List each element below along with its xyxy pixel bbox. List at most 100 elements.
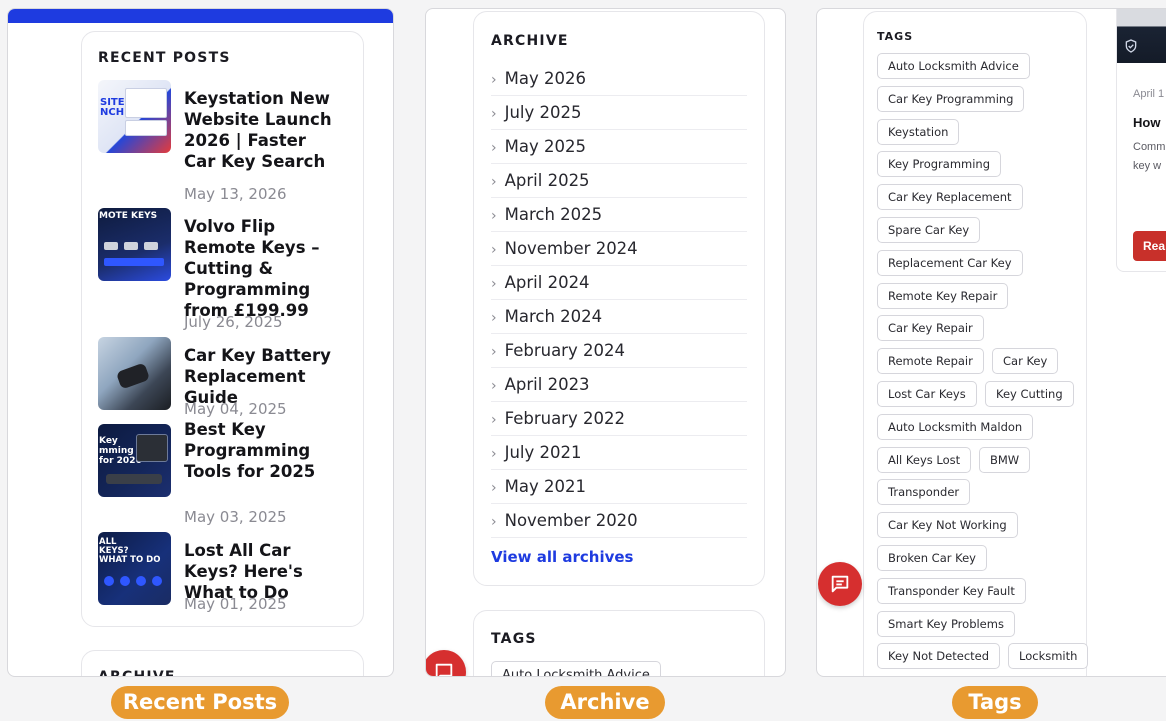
post-title[interactable]: Best Key Programming Tools for 2025 — [184, 419, 342, 482]
tag-chip[interactable]: Key Cutting — [985, 381, 1074, 407]
archive-month-link[interactable]: › July 2021 — [491, 436, 747, 470]
blog-card-image[interactable] — [1117, 9, 1166, 63]
post-title[interactable]: Lost All Car Keys? Here's What to Do — [184, 540, 342, 603]
blog-card-excerpt-line-1: Comm — [1133, 141, 1166, 153]
tag-chip[interactable]: Locksmith — [1008, 643, 1089, 670]
chevron-right-icon: › — [491, 480, 497, 496]
tag-chip[interactable]: Remote Repair — [877, 348, 984, 375]
post-thumbnail[interactable]: Key mming for 2026 — [98, 424, 171, 497]
tag-chip[interactable]: Keystation — [877, 118, 960, 145]
archive-month-label: April 2025 — [504, 171, 590, 190]
tags-heading: TAGS — [877, 30, 914, 43]
tag-chip[interactable]: Auto Locksmith Advice — [491, 661, 661, 676]
archive-month-link[interactable]: › July 2025 — [491, 96, 747, 130]
archive-month-label: November 2020 — [504, 511, 638, 530]
post-thumbnail[interactable]: SITE NCH — [98, 80, 171, 153]
post-date: May 01, 2025 — [184, 595, 287, 613]
tag-chip[interactable]: Spare Car Key — [877, 217, 981, 243]
chevron-right-icon: › — [491, 242, 497, 258]
post-date: May 13, 2026 — [184, 185, 287, 203]
shield-check-icon — [1125, 39, 1137, 53]
label-pill-tags: Tags — [952, 686, 1038, 719]
archive-heading-partial: ARCHIVE — [98, 669, 176, 677]
chevron-right-icon: › — [491, 174, 497, 190]
archive-month-link[interactable]: › April 2024 — [491, 266, 747, 300]
archive-heading: ARCHIVE — [491, 33, 569, 49]
archive-month-label: May 2025 — [504, 137, 586, 156]
archive-month-label: April 2023 — [504, 375, 590, 394]
tag-chip[interactable]: BMW — [979, 446, 1031, 473]
archive-month-link[interactable]: › May 2026 — [491, 62, 747, 96]
archive-month-link[interactable]: › February 2024 — [491, 334, 747, 368]
chevron-right-icon: › — [491, 106, 497, 122]
blog-card-excerpt-line-2: key w — [1133, 160, 1162, 172]
chevron-right-icon: › — [491, 344, 497, 360]
tag-chip[interactable]: Replacement Car Key — [877, 249, 1023, 276]
recent-posts-panel: RECENT POSTS SITE NCH Keystation New Web… — [7, 8, 394, 677]
tag-chip[interactable]: Car Key Replacement — [877, 184, 1023, 211]
archive-month-link[interactable]: › March 2024 — [491, 300, 747, 334]
blog-card-date: April 1 — [1133, 88, 1165, 100]
post-date: May 03, 2025 — [184, 508, 287, 526]
archive-month-link[interactable]: › April 2023 — [491, 368, 747, 402]
archive-month-link[interactable]: › April 2025 — [491, 164, 747, 198]
tag-chip[interactable]: Transponder — [877, 479, 971, 506]
archive-month-link[interactable]: › May 2025 — [491, 130, 747, 164]
chevron-right-icon: › — [491, 310, 497, 326]
post-title[interactable]: Volvo Flip Remote Keys – Cutting & Progr… — [184, 216, 342, 321]
chat-button[interactable] — [818, 562, 862, 606]
archive-month-label: November 2024 — [504, 239, 638, 258]
tags-panel: TAGS Auto Locksmith Advice Car Key Progra… — [816, 8, 1166, 677]
tag-chip[interactable]: Car Key — [992, 348, 1059, 375]
tag-chip[interactable]: Remote Key Repair — [877, 282, 1009, 309]
archive-card: ARCHIVE › May 2026 › July 2025 › May 2025 › Apr… — [473, 11, 765, 586]
archive-month-label: March 2025 — [504, 205, 603, 224]
post-thumbnail[interactable] — [98, 337, 171, 410]
tag-chip[interactable]: Auto Locksmith Maldon — [877, 413, 1034, 440]
archive-month-link[interactable]: › February 2022 — [491, 402, 747, 436]
tag-chip[interactable]: Smart Key Problems — [877, 610, 1015, 637]
chat-icon — [435, 663, 453, 676]
archive-month-label: February 2024 — [504, 341, 625, 360]
post-date: July 26, 2025 — [184, 313, 283, 331]
archive-month-label: July 2025 — [504, 103, 582, 122]
tag-chip[interactable]: All Keys Lost — [877, 446, 972, 473]
tag-chip[interactable]: Car Key Not Working — [877, 512, 1018, 539]
chevron-right-icon: › — [491, 72, 497, 88]
post-title[interactable]: Car Key Battery Replacement Guide — [184, 345, 342, 408]
archive-month-link[interactable]: › May 2021 — [491, 470, 747, 504]
tag-chip[interactable]: Key Programming — [877, 151, 1002, 178]
archive-month-link[interactable]: › March 2025 — [491, 198, 747, 232]
tag-chip[interactable]: Auto Locksmith Advice — [877, 53, 1030, 79]
chevron-right-icon: › — [491, 378, 497, 394]
tag-chip[interactable]: Car Key Repair — [877, 315, 984, 342]
tag-chip[interactable]: Lost Car Keys — [877, 381, 977, 407]
chevron-right-icon: › — [491, 276, 497, 292]
archive-month-link[interactable]: › November 2020 — [491, 504, 747, 538]
tags-card: TAGS Auto Locksmith Advice Car Key Progra… — [863, 11, 1089, 676]
tag-chip[interactable]: Car Key Programming — [877, 85, 1025, 112]
blog-card-partial[interactable]: April 1 How Comm key w Rea — [1116, 9, 1166, 272]
post-date: May 04, 2025 — [184, 400, 287, 418]
archive-month-label: April 2024 — [504, 273, 590, 292]
blog-card-title[interactable]: How — [1133, 115, 1160, 130]
chevron-right-icon: › — [491, 140, 497, 156]
post-title[interactable]: Keystation New Website Launch 2026 | Fas… — [184, 88, 342, 172]
label-pill-archive: Archive — [545, 686, 665, 719]
chevron-right-icon: › — [491, 208, 497, 224]
tag-chip[interactable]: Broken Car Key — [877, 545, 987, 571]
archive-month-link[interactable]: › November 2024 — [491, 232, 747, 266]
tag-chip[interactable]: Transponder Key Fault — [877, 577, 1026, 604]
chevron-right-icon: › — [491, 412, 497, 428]
tag-chip[interactable]: Key Not Detected — [877, 643, 1001, 670]
post-thumbnail[interactable]: ALL KEYS? WHAT TO DO — [98, 532, 171, 605]
tags-card-partial: TAGS Auto Locksmith Advice — [473, 610, 765, 676]
header-bar — [8, 9, 393, 23]
archive-month-label: February 2022 — [504, 409, 625, 428]
view-all-archives-link[interactable]: View all archives — [491, 548, 633, 566]
chat-button[interactable] — [426, 650, 466, 676]
post-thumbnail[interactable]: MOTE KEYS — [98, 208, 171, 281]
tags-heading-partial: TAGS — [491, 631, 537, 647]
read-more-button[interactable]: Rea — [1133, 231, 1166, 261]
archive-month-label: March 2024 — [504, 307, 603, 326]
